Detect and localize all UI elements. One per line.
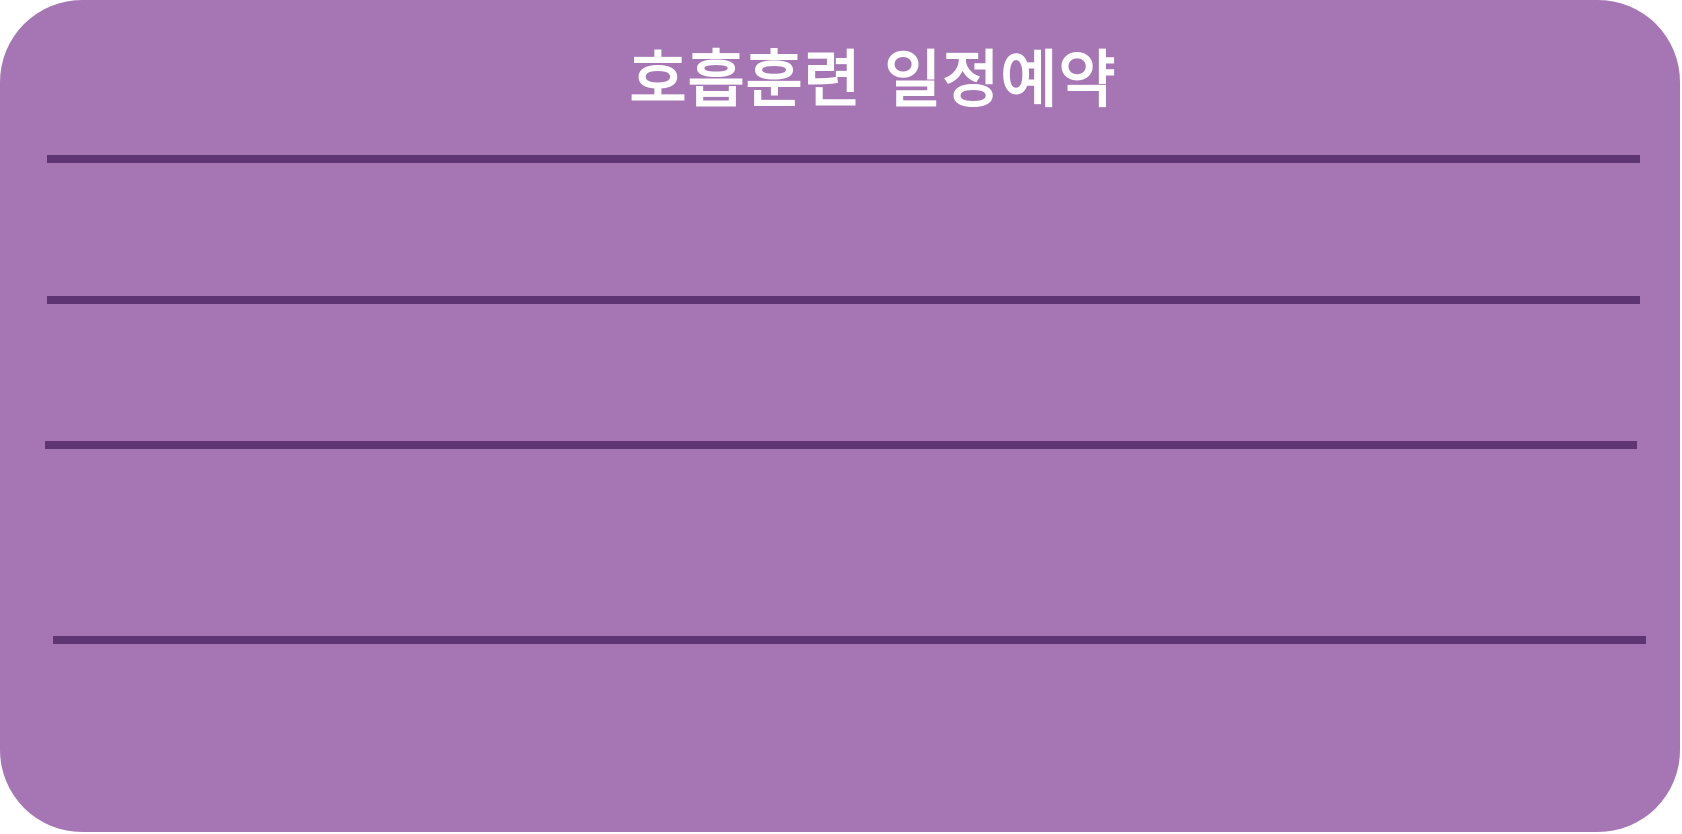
divider-line xyxy=(47,155,1640,163)
divider-line xyxy=(53,636,1646,644)
schedule-card: 호흡훈련 일정예약 xyxy=(0,0,1680,832)
divider-line xyxy=(47,296,1640,304)
card-title: 호흡훈련 일정예약 xyxy=(629,43,1117,116)
divider-line xyxy=(45,441,1637,449)
